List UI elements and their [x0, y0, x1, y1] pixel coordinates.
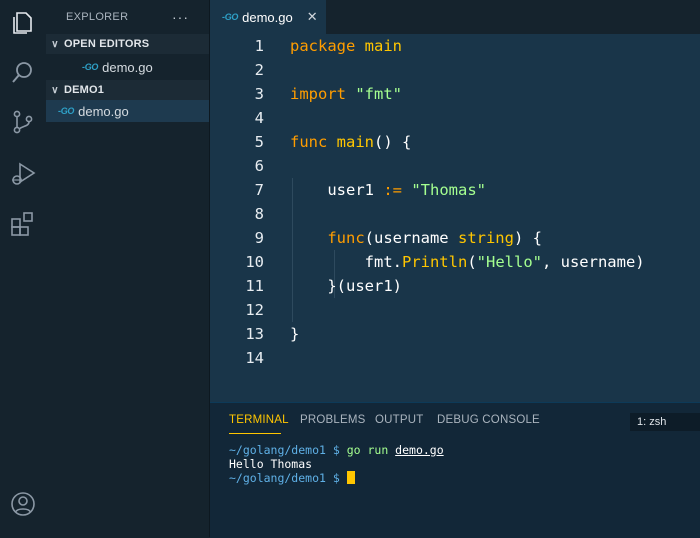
code-line: package main [290, 37, 402, 55]
line-number: 10 [245, 253, 264, 271]
go-file-icon: -GO [82, 62, 99, 72]
line-number-gutter: 1 2 3 4 5 6 7 8 9 10 11 12 13 14 [210, 34, 290, 402]
line-number: 5 [254, 133, 264, 151]
open-editors-label: OPEN EDITORS [64, 38, 150, 50]
line-number: 9 [254, 229, 264, 247]
line-number: 14 [245, 349, 264, 367]
close-icon[interactable]: ✕ [307, 9, 318, 25]
tab-terminal[interactable]: TERMINAL [229, 414, 289, 426]
open-editor-item-label: demo.go [102, 59, 153, 75]
line-number: 13 [245, 325, 264, 343]
tab-problems[interactable]: PROBLEMS [300, 414, 366, 426]
open-editor-item[interactable]: -GO demo.go [46, 56, 209, 78]
active-tab-indicator [229, 433, 281, 434]
terminal-output: Hello Thomas [229, 457, 313, 471]
code-editor[interactable]: 1 2 3 4 5 6 7 8 9 10 11 12 13 14 package… [210, 34, 700, 402]
code-area[interactable]: package main import "fmt" func main() { … [290, 34, 700, 402]
terminal-prompt: ~/golang/demo1 $ [229, 443, 347, 457]
line-number: 11 [245, 277, 264, 295]
code-line: user1 := "Thomas" [290, 181, 486, 199]
line-number: 3 [254, 85, 264, 103]
code-line: }(user1) [290, 277, 402, 295]
terminal-command-arg: demo.go [395, 443, 444, 457]
folder-section[interactable]: ∨ DEMO1 [46, 80, 209, 100]
account-icon[interactable] [9, 490, 37, 518]
terminal-command: go run [346, 443, 396, 457]
search-icon[interactable] [9, 59, 37, 87]
tab-output[interactable]: OUTPUT [375, 414, 423, 426]
explorer-header: EXPLORER ··· [46, 0, 209, 34]
activity-bar [0, 0, 46, 537]
tab-label: demo.go [242, 9, 293, 25]
tree-file-item[interactable]: -GO demo.go [46, 100, 209, 122]
extensions-icon[interactable] [9, 210, 37, 238]
explorer-title: EXPLORER [66, 11, 129, 23]
editor-tab-bar: -GO demo.go ✕ [210, 0, 700, 34]
code-line: fmt.Println("Hello", username) [290, 253, 645, 271]
code-line: } [290, 325, 300, 343]
line-number: 12 [245, 301, 264, 319]
terminal-prompt: ~/golang/demo1 $ [229, 471, 347, 485]
explorer-sidebar: EXPLORER ··· ∨ OPEN EDITORS -GO demo.go … [46, 0, 210, 537]
tab-debug-console[interactable]: DEBUG CONSOLE [437, 414, 540, 426]
terminal-line[interactable]: ~/golang/demo1 $ [229, 471, 355, 485]
terminal-cursor [346, 471, 355, 484]
line-number: 7 [254, 181, 264, 199]
line-number: 8 [254, 205, 264, 223]
line-number: 2 [254, 61, 264, 79]
more-actions-icon[interactable]: ··· [172, 9, 189, 25]
source-control-icon[interactable] [9, 108, 37, 136]
code-line: import "fmt" [290, 85, 403, 103]
files-icon[interactable] [9, 9, 37, 37]
tree-file-label: demo.go [78, 103, 129, 119]
line-number: 1 [254, 37, 264, 55]
tab-demo-go[interactable]: -GO demo.go ✕ [210, 0, 326, 34]
open-editors-section[interactable]: ∨ OPEN EDITORS [46, 34, 209, 54]
go-file-icon: -GO [58, 106, 75, 116]
line-number: 6 [254, 157, 264, 175]
code-line: func main() { [290, 133, 412, 151]
terminal-select[interactable]: 1: zsh [630, 413, 700, 431]
chevron-down-icon: ∨ [51, 84, 59, 96]
chevron-down-icon: ∨ [51, 38, 59, 50]
go-file-icon: -GO [222, 12, 239, 22]
bottom-panel: TERMINAL PROBLEMS OUTPUT DEBUG CONSOLE 1… [210, 402, 700, 538]
line-number: 4 [254, 109, 264, 127]
terminal-line: ~/golang/demo1 $ go run demo.go [229, 443, 444, 457]
folder-label: DEMO1 [64, 84, 105, 96]
run-debug-icon[interactable] [9, 160, 37, 188]
code-line: func(username string) { [327, 229, 542, 247]
